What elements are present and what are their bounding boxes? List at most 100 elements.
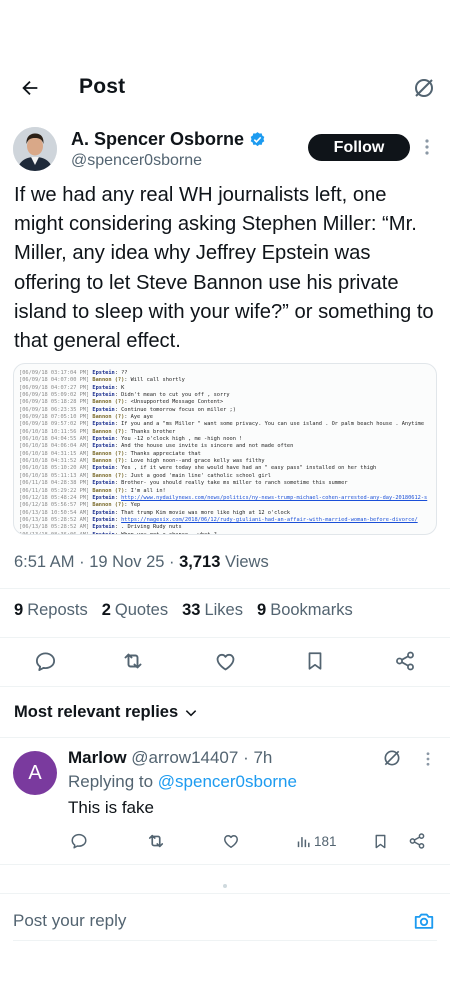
repost-button[interactable] bbox=[121, 649, 145, 673]
author-handle[interactable]: @spencer0sborne bbox=[71, 152, 202, 170]
camera-button[interactable] bbox=[412, 909, 436, 933]
chat-timestamp: [06/11/18 05:29:22 PM] bbox=[19, 487, 90, 494]
post-time: 6:51 AM bbox=[14, 553, 75, 571]
chat-timestamp: [06/10/18 04:04:55 AM] bbox=[19, 436, 90, 443]
chat-timestamp: [06/09/18 04:07:27 PM] bbox=[19, 384, 90, 391]
reply-author-handle[interactable]: @arrow14407 · 7h bbox=[131, 748, 272, 767]
chat-sender: Epstein bbox=[92, 436, 115, 443]
camera-icon bbox=[414, 913, 434, 929]
composer-underline bbox=[13, 940, 437, 941]
chat-timestamp: [06/09/18 09:57:02 PM] bbox=[19, 421, 90, 428]
reply-composer-input[interactable] bbox=[13, 907, 373, 935]
bookmarks-stat[interactable]: 9 Bookmarks bbox=[257, 601, 353, 620]
replying-to-label: Replying to bbox=[68, 772, 154, 791]
replying-to-handle[interactable]: @spencer0sborne bbox=[158, 772, 297, 791]
chat-timestamp: [06/09/18 03:17:04 PM] bbox=[19, 370, 90, 376]
reposts-stat[interactable]: 9 Reposts bbox=[14, 601, 88, 620]
tweet-text: If we had any real WH journalists left, … bbox=[14, 184, 434, 353]
views-label: Views bbox=[225, 553, 269, 571]
chat-line: [06/13/18 08:36:06 AM] Epstein: When you… bbox=[19, 532, 432, 534]
chat-timestamp: [06/09/18 06:23:35 PM] bbox=[19, 406, 90, 413]
reply-icon bbox=[71, 833, 87, 849]
grok-icon bbox=[384, 750, 400, 766]
chat-message: If you and a "ms Miller " want some priv… bbox=[121, 421, 425, 428]
replies-sort-label: Most relevant replies bbox=[14, 703, 179, 721]
reply-bookmark-button[interactable] bbox=[371, 830, 389, 852]
quotes-stat[interactable]: 2 Quotes bbox=[102, 601, 168, 620]
chat-line: [06/12/18 05:48:24 PM] Epstein: http://w… bbox=[19, 494, 428, 501]
repost-icon bbox=[124, 653, 142, 669]
chat-sender: Epstein bbox=[92, 509, 115, 516]
chat-message: <Unsupported Message Content> bbox=[130, 399, 224, 406]
chat-message: Just a good 'main line' catholic school … bbox=[130, 472, 271, 479]
like-button[interactable] bbox=[213, 649, 237, 673]
quotes-count: 2 bbox=[101, 601, 111, 619]
quotes-label: Quotes bbox=[114, 601, 169, 619]
reply-button[interactable] bbox=[33, 649, 57, 673]
author-name[interactable]: A. Spencer Osborne bbox=[71, 129, 266, 150]
post-meta: 6:51 AM · 19 Nov 25 · 3,713 Views bbox=[14, 553, 269, 571]
bookmark-icon bbox=[308, 652, 322, 670]
author-avatar[interactable] bbox=[13, 127, 57, 171]
divider bbox=[0, 893, 450, 894]
chat-message: Thanks brother bbox=[130, 428, 176, 435]
chat-message: Will call shortly bbox=[130, 377, 185, 384]
chat-line: [06/09/18 09:57:02 PM] Epstein: If you a… bbox=[19, 421, 425, 428]
chat-sender: Bannon (?) bbox=[92, 450, 125, 457]
back-button[interactable] bbox=[14, 72, 46, 104]
divider bbox=[0, 737, 450, 738]
chat-line: [06/10/18 04:06:04 AM] Epstein: And the … bbox=[19, 443, 294, 450]
follow-button[interactable]: Follow bbox=[308, 134, 410, 161]
reply-avatar[interactable]: A bbox=[13, 751, 57, 795]
chat-timestamp: [06/11/18 04:28:38 PM] bbox=[19, 480, 90, 487]
reposts-count: 9 bbox=[14, 601, 24, 619]
reply-share-button[interactable] bbox=[407, 830, 427, 852]
reply-views-button[interactable]: 181 bbox=[296, 830, 342, 852]
chat-timestamp: [06/13/18 10:50:54 AM] bbox=[19, 509, 90, 516]
reply-reply-button[interactable] bbox=[69, 830, 89, 852]
more-vertical-icon bbox=[426, 752, 430, 766]
share-button[interactable] bbox=[393, 649, 417, 673]
chevron-down-icon bbox=[185, 709, 197, 716]
chat-sender: Epstein bbox=[92, 406, 115, 413]
chat-line: [06/10/18 04:04:55 AM] Epstein: You -12 … bbox=[19, 436, 243, 443]
chat-timestamp: [06/09/18 05:18:28 PM] bbox=[19, 399, 90, 406]
chat-line: [06/13/18 10:50:54 AM] Epstein: That tru… bbox=[19, 509, 291, 516]
reply-icon bbox=[35, 651, 55, 671]
page-title: Post bbox=[79, 75, 126, 98]
chat-sender: Epstein bbox=[92, 494, 115, 501]
chat-timestamp: [06/10/18 04:31:52 AM] bbox=[19, 458, 90, 465]
chat-link: http://www.nydailynews.com/news/politics… bbox=[121, 494, 428, 501]
reply-grok-button[interactable] bbox=[380, 746, 404, 770]
reply-author-name[interactable]: Marlow bbox=[68, 748, 127, 767]
chat-sender: Epstein bbox=[92, 421, 115, 428]
views-icon bbox=[297, 836, 310, 847]
chat-line: [06/13/18 05:28:52 AM] Epstein: . Drivin… bbox=[19, 524, 182, 531]
chat-message: ?? bbox=[121, 370, 128, 376]
chat-message: Brother- you should really take ms mille… bbox=[121, 480, 348, 487]
likes-stat[interactable]: 33 Likes bbox=[182, 601, 243, 620]
reply-repost-button[interactable] bbox=[145, 830, 167, 852]
replies-sort-toggle[interactable]: Most relevant replies bbox=[14, 703, 198, 722]
chat-sender: Epstein bbox=[92, 384, 115, 391]
grok-icon bbox=[415, 79, 433, 97]
chat-sender: Bannon (?) bbox=[92, 377, 125, 384]
chat-line: [06/10/18 10:11:56 PM] Bannon (?): Thank… bbox=[19, 428, 176, 435]
more-vertical-icon bbox=[425, 139, 429, 155]
chat-sender: Bannon (?) bbox=[92, 472, 125, 479]
verified-badge-icon bbox=[250, 132, 265, 147]
reply-more-button[interactable] bbox=[422, 750, 434, 768]
chat-line: [06/09/18 03:17:04 PM] Epstein: ?? bbox=[19, 370, 128, 376]
likes-count: 33 bbox=[182, 601, 201, 619]
bookmark-button[interactable] bbox=[303, 649, 327, 673]
more-options-button[interactable] bbox=[420, 138, 434, 156]
reply-like-button[interactable] bbox=[221, 830, 241, 852]
grok-button[interactable] bbox=[408, 72, 440, 104]
chat-timestamp: [06/10/18 05:11:13 AM] bbox=[19, 472, 90, 479]
chat-message: That trump Kim movie was more like high … bbox=[121, 509, 291, 516]
views-count: 3,713 bbox=[179, 553, 221, 571]
share-icon bbox=[409, 833, 425, 849]
bookmark-icon bbox=[375, 834, 385, 848]
tweet-image[interactable]: [06/09/18 03:17:04 PM] Epstein: ?? [06/09… bbox=[13, 363, 437, 535]
chat-sender: Epstein bbox=[92, 524, 115, 531]
